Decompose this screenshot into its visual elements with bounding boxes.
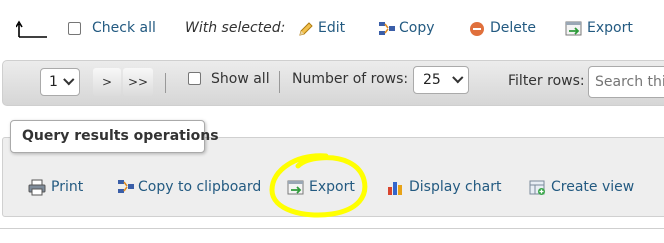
delete-icon <box>470 22 484 36</box>
create-view-link[interactable]: Create view <box>551 179 634 195</box>
filter-rows-label: Filter rows: <box>508 73 585 89</box>
copy-button[interactable]: Copy <box>399 20 435 36</box>
filter-rows-input[interactable]: Search this table <box>588 66 664 98</box>
bar-chart-icon <box>388 182 402 195</box>
export-button[interactable]: Export <box>587 20 633 36</box>
show-all-checkbox[interactable] <box>188 72 201 85</box>
create-view-icon <box>529 180 545 195</box>
edit-button[interactable]: Edit <box>318 20 345 36</box>
copy-to-clipboard-link[interactable]: Copy to clipboard <box>138 179 261 195</box>
highlight-circle-annotation <box>269 153 368 218</box>
page-select[interactable]: 1 <box>40 68 80 96</box>
check-all-checkbox[interactable] <box>68 22 81 35</box>
delete-button[interactable]: Delete <box>490 20 536 36</box>
check-all-label[interactable]: Check all <box>92 20 156 36</box>
with-selected-label: With selected: <box>185 20 286 36</box>
page-select-value: 1 <box>49 74 58 90</box>
print-link[interactable]: Print <box>51 179 83 195</box>
rows-label: Number of rows: <box>292 71 409 87</box>
pencil-icon <box>299 22 313 36</box>
copy-icon <box>379 22 395 35</box>
display-chart-link[interactable]: Display chart <box>409 179 501 195</box>
chevron-down-icon <box>452 72 464 84</box>
rows-select-value: 25 <box>423 72 441 88</box>
show-all-label[interactable]: Show all <box>211 71 270 87</box>
print-icon <box>28 179 46 196</box>
bulk-actions-bar: Check all With selected: Edit Copy Delet… <box>0 0 664 58</box>
export-icon <box>565 21 582 36</box>
next-page-button[interactable]: > <box>93 68 121 96</box>
clipboard-copy-icon <box>118 180 134 193</box>
nav-divider <box>165 73 166 93</box>
query-results-operations-title: Query results operations <box>10 120 219 153</box>
nav-divider <box>279 71 280 93</box>
arrow-up-left-icon <box>16 20 47 38</box>
divider <box>0 228 664 229</box>
rows-per-page-select[interactable]: 25 <box>413 66 469 94</box>
chevron-down-icon <box>63 74 75 86</box>
last-page-button[interactable]: >> <box>123 68 153 96</box>
